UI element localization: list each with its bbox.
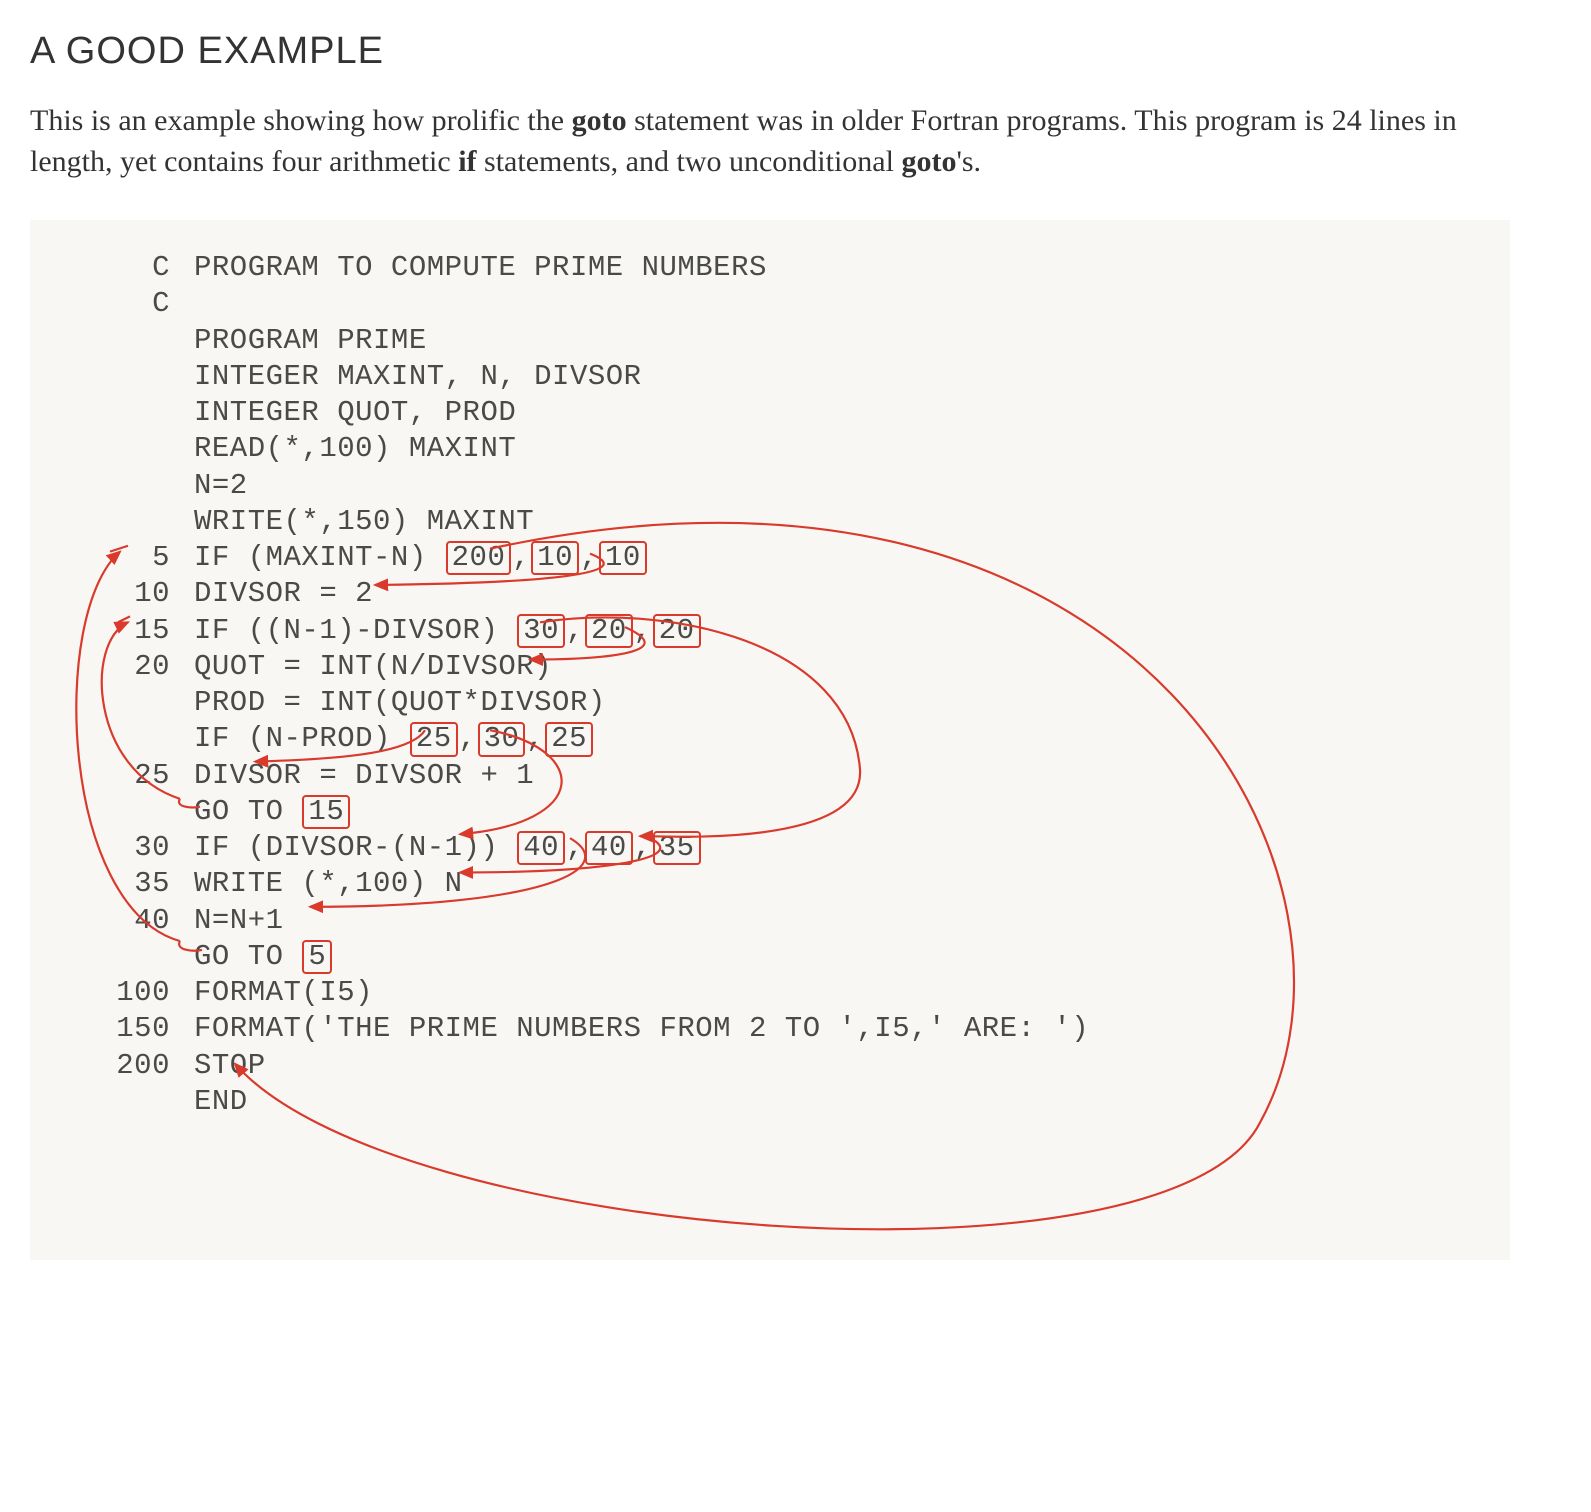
- goto-target-box: 25: [410, 722, 458, 756]
- line-label: 30: [60, 830, 194, 866]
- goto-target-box: 5: [302, 940, 332, 974]
- code-line: GO TO 15: [60, 794, 1480, 830]
- code-line: 35WRITE (*,100) N: [60, 866, 1480, 902]
- line-code: PROGRAM TO COMPUTE PRIME NUMBERS: [194, 250, 1480, 286]
- line-code: N=2: [194, 468, 1480, 504]
- code-line: END: [60, 1084, 1480, 1120]
- code-line: GO TO 5: [60, 939, 1480, 975]
- line-label: C: [60, 250, 194, 286]
- code-line: 20QUOT = INT(N/DIVSOR): [60, 649, 1480, 685]
- goto-target-box: 10: [599, 541, 647, 575]
- line-label: 10: [60, 576, 194, 612]
- code-line: 40N=N+1: [60, 903, 1480, 939]
- goto-target-box: 15: [302, 795, 350, 829]
- section-heading: A GOOD EXAMPLE: [30, 30, 1561, 73]
- line-label: 150: [60, 1011, 194, 1047]
- line-code: DIVSOR = 2: [194, 576, 1480, 612]
- line-code: QUOT = INT(N/DIVSOR): [194, 649, 1480, 685]
- line-label: 35: [60, 866, 194, 902]
- intro-text-3: statements, and two unconditional: [477, 145, 902, 178]
- code-line: 100FORMAT(I5): [60, 975, 1480, 1011]
- line-label: 20: [60, 649, 194, 685]
- line-label: 100: [60, 975, 194, 1011]
- code-line: 30IF (DIVSOR-(N-1)) 40,40,35: [60, 830, 1480, 866]
- intro-text-4: 's.: [956, 145, 981, 178]
- code-line: PROD = INT(QUOT*DIVSOR): [60, 685, 1480, 721]
- goto-target-box: 20: [653, 614, 701, 648]
- goto-target-box: 40: [585, 831, 633, 865]
- code-line: N=2: [60, 468, 1480, 504]
- line-code: END: [194, 1084, 1480, 1120]
- line-code: DIVSOR = DIVSOR + 1: [194, 758, 1480, 794]
- line-label: 40: [60, 903, 194, 939]
- keyword-goto-1: goto: [572, 104, 627, 137]
- line-code: WRITE (*,100) N: [194, 866, 1480, 902]
- line-code: PROGRAM PRIME: [194, 323, 1480, 359]
- code-listing: CPROGRAM TO COMPUTE PRIME NUMBERSCPROGRA…: [60, 250, 1480, 1120]
- line-code: IF (N-PROD) 25,30,25: [194, 721, 1480, 757]
- line-code: STOP: [194, 1048, 1480, 1084]
- goto-target-box: 10: [531, 541, 579, 575]
- code-line: WRITE(*,150) MAXINT: [60, 504, 1480, 540]
- goto-target-box: 20: [585, 614, 633, 648]
- code-line: PROGRAM PRIME: [60, 323, 1480, 359]
- line-label: 5: [60, 540, 194, 576]
- code-line: 15IF ((N-1)-DIVSOR) 30,20,20: [60, 613, 1480, 649]
- line-code: READ(*,100) MAXINT: [194, 431, 1480, 467]
- line-code: INTEGER MAXINT, N, DIVSOR: [194, 359, 1480, 395]
- code-line: 200STOP: [60, 1048, 1480, 1084]
- code-line: 25DIVSOR = DIVSOR + 1: [60, 758, 1480, 794]
- code-line: CPROGRAM TO COMPUTE PRIME NUMBERS: [60, 250, 1480, 286]
- line-code: IF (DIVSOR-(N-1)) 40,40,35: [194, 830, 1480, 866]
- code-line: 5IF (MAXINT-N) 200,10,10: [60, 540, 1480, 576]
- keyword-goto-2: goto: [901, 145, 956, 178]
- code-line: 150FORMAT('THE PRIME NUMBERS FROM 2 TO '…: [60, 1011, 1480, 1047]
- line-code: PROD = INT(QUOT*DIVSOR): [194, 685, 1480, 721]
- fortran-code-figure: CPROGRAM TO COMPUTE PRIME NUMBERSCPROGRA…: [30, 220, 1510, 1260]
- goto-target-box: 30: [478, 722, 526, 756]
- code-line: INTEGER QUOT, PROD: [60, 395, 1480, 431]
- goto-target-box: 25: [545, 722, 593, 756]
- line-label: 200: [60, 1048, 194, 1084]
- keyword-if: if: [458, 145, 476, 178]
- intro-text-1: This is an example showing how prolific …: [30, 104, 572, 137]
- line-code: IF (MAXINT-N) 200,10,10: [194, 540, 1480, 576]
- line-code: GO TO 5: [194, 939, 1480, 975]
- line-label: 25: [60, 758, 194, 794]
- line-code: IF ((N-1)-DIVSOR) 30,20,20: [194, 613, 1480, 649]
- intro-paragraph: This is an example showing how prolific …: [30, 101, 1530, 182]
- code-line: 10DIVSOR = 2: [60, 576, 1480, 612]
- goto-target-box: 35: [653, 831, 701, 865]
- line-code: N=N+1: [194, 903, 1480, 939]
- goto-target-box: 30: [517, 614, 565, 648]
- goto-target-box: 40: [517, 831, 565, 865]
- line-code: FORMAT(I5): [194, 975, 1480, 1011]
- line-label: C: [60, 286, 194, 322]
- line-code: FORMAT('THE PRIME NUMBERS FROM 2 TO ',I5…: [194, 1011, 1480, 1047]
- goto-target-box: 200: [446, 541, 512, 575]
- code-line: INTEGER MAXINT, N, DIVSOR: [60, 359, 1480, 395]
- code-line: C: [60, 286, 1480, 322]
- code-line: READ(*,100) MAXINT: [60, 431, 1480, 467]
- line-label: 15: [60, 613, 194, 649]
- line-code: GO TO 15: [194, 794, 1480, 830]
- line-code: WRITE(*,150) MAXINT: [194, 504, 1480, 540]
- code-line: IF (N-PROD) 25,30,25: [60, 721, 1480, 757]
- line-code: INTEGER QUOT, PROD: [194, 395, 1480, 431]
